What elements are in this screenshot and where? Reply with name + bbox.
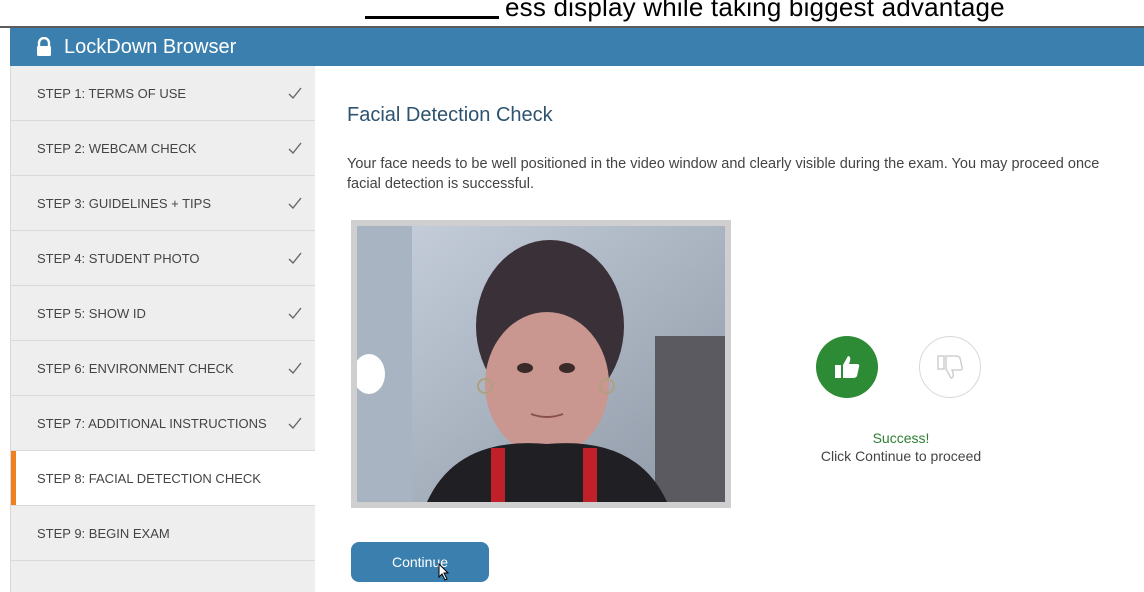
step-label: STEP 3: GUIDELINES + TIPS <box>37 195 212 211</box>
webcam-image <box>357 226 725 502</box>
sidebar-step-8[interactable]: STEP 8: FACIAL DETECTION CHECK <box>11 451 315 506</box>
mouse-cursor-icon <box>438 563 450 581</box>
sidebar-step-3[interactable]: STEP 3: GUIDELINES + TIPS <box>11 176 315 231</box>
webcam-video <box>351 220 731 508</box>
checkmark-icon <box>288 362 302 375</box>
lock-icon <box>37 37 51 56</box>
continue-button[interactable]: Continue <box>351 542 489 582</box>
thumbs-down-icon <box>937 355 963 379</box>
background-page-text: ess display while taking biggest advanta… <box>505 0 1005 22</box>
step-label: STEP 9: BEGIN EXAM <box>37 525 170 541</box>
step-label: STEP 7: ADDITIONAL INSTRUCTIONS <box>37 415 267 431</box>
sidebar-step-7[interactable]: STEP 7: ADDITIONAL INSTRUCTIONS <box>11 396 315 451</box>
step-label: STEP 5: SHOW ID <box>37 305 146 321</box>
success-label: Success! <box>872 430 930 446</box>
page-title: Facial Detection Check <box>347 104 553 126</box>
thumbs-up-icon <box>835 356 860 378</box>
sidebar-step-9[interactable]: STEP 9: BEGIN EXAM <box>11 506 315 561</box>
step-label: STEP 6: ENVIRONMENT CHECK <box>37 360 234 376</box>
thumbs-up-button[interactable] <box>816 336 878 398</box>
checkmark-icon <box>288 252 302 265</box>
checkmark-icon <box>288 87 302 100</box>
checkmark-icon <box>288 142 302 155</box>
checkmark-icon <box>288 417 302 430</box>
sidebar-step-4[interactable]: STEP 4: STUDENT PHOTO <box>11 231 315 286</box>
step-label: STEP 4: STUDENT PHOTO <box>37 250 200 266</box>
step-label: STEP 2: WEBCAM CHECK <box>37 140 197 156</box>
app-titlebar: LockDown Browser <box>10 28 1144 66</box>
steps-sidebar: STEP 1: TERMS OF USE STEP 2: WEBCAM CHEC… <box>10 66 315 592</box>
thumbs-down-button[interactable] <box>919 336 981 398</box>
step-label: STEP 8: FACIAL DETECTION CHECK <box>37 470 261 486</box>
checkmark-icon <box>288 197 302 210</box>
main-panel: Facial Detection Check Your face needs t… <box>314 66 1144 592</box>
sidebar-step-5[interactable]: STEP 5: SHOW ID <box>11 286 315 341</box>
step-label: STEP 1: TERMS OF USE <box>37 85 187 101</box>
sidebar-step-1[interactable]: STEP 1: TERMS OF USE <box>11 66 315 121</box>
app-title: LockDown Browser <box>64 35 237 58</box>
sidebar-step-2[interactable]: STEP 2: WEBCAM CHECK <box>11 121 315 176</box>
proceed-hint: Click Continue to proceed <box>820 448 982 464</box>
detection-status: Success! Click Continue to proceed <box>812 430 990 464</box>
checkmark-icon <box>288 307 302 320</box>
background-page-box <box>365 0 499 19</box>
sidebar-step-6[interactable]: STEP 6: ENVIRONMENT CHECK <box>11 341 315 396</box>
background-page-strip: ess display while taking biggest advanta… <box>0 0 1144 28</box>
instructions-text: Your face needs to be well positioned in… <box>347 156 1100 192</box>
